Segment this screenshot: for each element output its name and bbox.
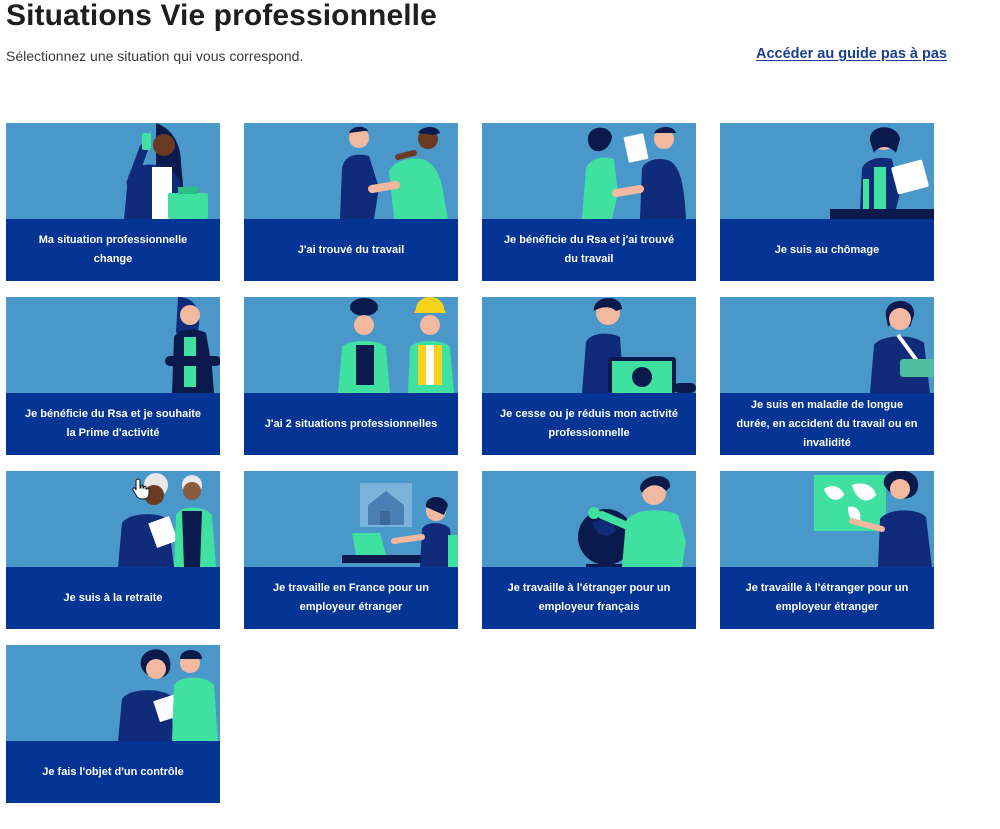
card-illustration (244, 123, 458, 219)
situation-card-retirement[interactable]: Je suis à la retraite (6, 471, 220, 629)
guide-link[interactable]: Accéder au guide pas à pas (756, 46, 947, 62)
card-label: Je cesse ou je réduis mon activité profe… (482, 393, 696, 455)
card-label: J'ai trouvé du travail (244, 219, 458, 281)
card-illustration (482, 297, 696, 393)
situation-card-found-work[interactable]: J'ai trouvé du travail (244, 123, 458, 281)
page-subtitle: Sélectionnez une situation qui vous corr… (6, 48, 304, 64)
situation-card-abroad-french-employer[interactable]: Je travaille à l'étranger pour un employ… (482, 471, 696, 629)
card-illustration (482, 123, 696, 219)
card-label: Je travaille en France pour un employeur… (244, 567, 458, 629)
situation-card-france-foreign-employer[interactable]: Je travaille en France pour un employeur… (244, 471, 458, 629)
card-illustration (6, 471, 220, 567)
card-label: Je travaille à l'étranger pour un employ… (720, 567, 934, 629)
card-label: Je bénéficie du Rsa et j'ai trouvé du tr… (482, 219, 696, 281)
situation-card-rsa-found-work[interactable]: Je bénéficie du Rsa et j'ai trouvé du tr… (482, 123, 696, 281)
card-label: Ma situation professionnelle change (6, 219, 220, 281)
situation-card-career-change[interactable]: Ma situation professionnelle change (6, 123, 220, 281)
hand-cursor-icon (132, 478, 150, 500)
card-illustration (6, 297, 220, 393)
card-illustration (244, 297, 458, 393)
card-label: Je suis au chômage (720, 219, 934, 281)
situations-grid: Ma situation professionnelle change J'ai… (6, 123, 946, 813)
card-illustration (6, 645, 220, 741)
card-label: Je fais l'objet d'un contrôle (6, 741, 220, 803)
situation-card-control[interactable]: Je fais l'objet d'un contrôle (6, 645, 220, 803)
page-title: Situations Vie professionnelle (6, 0, 437, 32)
situation-card-long-illness[interactable]: Je suis en maladie de longue durée, en a… (720, 297, 934, 455)
situation-card-unemployed[interactable]: Je suis au chômage (720, 123, 934, 281)
card-illustration (244, 471, 458, 567)
situation-card-abroad-foreign-employer[interactable]: Je travaille à l'étranger pour un employ… (720, 471, 934, 629)
card-label: Je suis en maladie de longue durée, en a… (720, 393, 934, 455)
card-label: J'ai 2 situations professionnelles (244, 393, 458, 455)
card-label: Je suis à la retraite (6, 567, 220, 629)
card-illustration (720, 297, 934, 393)
card-label: Je bénéficie du Rsa et je souhaite la Pr… (6, 393, 220, 455)
card-illustration (482, 471, 696, 567)
card-illustration (6, 123, 220, 219)
situation-card-rsa-prime-activite[interactable]: Je bénéficie du Rsa et je souhaite la Pr… (6, 297, 220, 455)
card-label: Je travaille à l'étranger pour un employ… (482, 567, 696, 629)
situation-card-two-jobs[interactable]: J'ai 2 situations professionnelles (244, 297, 458, 455)
situation-card-stop-reduce-activity[interactable]: Je cesse ou je réduis mon activité profe… (482, 297, 696, 455)
card-illustration (720, 123, 934, 219)
card-illustration (720, 471, 934, 567)
